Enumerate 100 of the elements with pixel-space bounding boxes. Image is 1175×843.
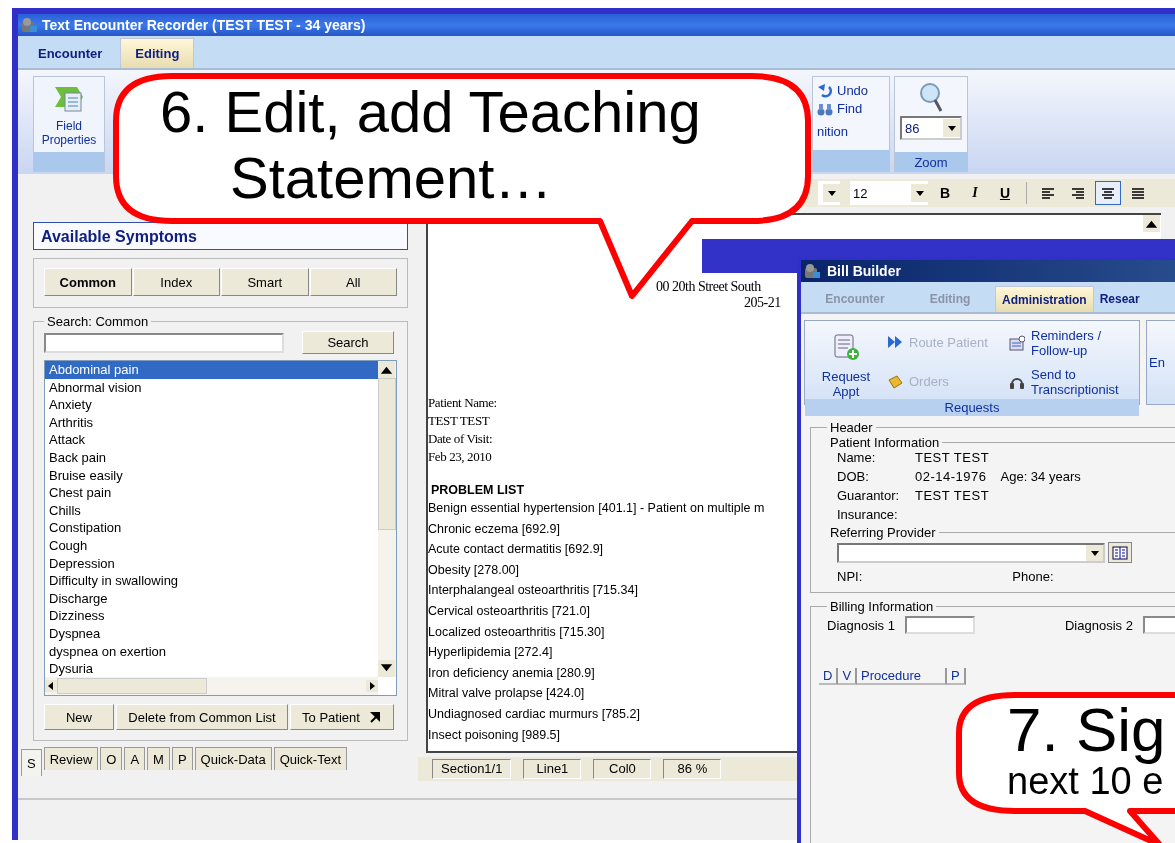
list-item[interactable]: Bruise easily [45,466,378,485]
list-item[interactable]: Chills [45,501,378,520]
problem-entry: Undiagnosed cardiac murmurs [785.2] [428,706,640,723]
column-header[interactable]: D [819,668,839,685]
list-item[interactable]: Dysuria [45,660,378,678]
field-label: NPI: [837,569,863,584]
search-field[interactable] [44,332,284,353]
scrollbar-thumb[interactable] [57,678,207,694]
calendar-clock-icon [1009,334,1025,351]
filter-button[interactable]: Index [132,268,220,296]
ribbon-button[interactable]: En [1147,355,1165,370]
list-item[interactable]: Anxiety [45,396,378,414]
list-item[interactable]: Chest pain [45,484,378,502]
address-text: 205-21 [744,295,781,311]
callout-text: Statement… [230,145,553,211]
list-item[interactable]: Abnormal vision [45,378,378,397]
undo-icon [817,83,833,98]
ribbon-tab[interactable]: Encounter [24,38,117,68]
column-header[interactable]: V [838,668,858,685]
diagnosis-field[interactable] [904,616,975,634]
vertical-scrollbar[interactable] [378,361,396,677]
callout-text: 6. Edit, add Teaching [160,79,701,145]
list-item[interactable]: Cough [45,536,378,555]
request-action-button[interactable]: Reminders / Follow-up [1009,325,1139,360]
list-item[interactable]: Arthritis [45,413,378,432]
vertical-scrollbar[interactable] [1143,215,1161,235]
list-item[interactable]: Dizziness [45,607,378,625]
request-appointment-button[interactable]: Request Appt [805,321,887,399]
section-tab[interactable]: M [147,747,170,770]
scrollbar-thumb[interactable] [378,378,396,530]
provider-dropdown[interactable] [837,542,1105,563]
problem-entry: Localized osteoarthritis [715.30] [428,624,605,641]
list-action-button[interactable]: To Patient [290,704,394,730]
field-label: Diagnosis 2 [1064,617,1133,633]
underline-button[interactable]: U [992,181,1018,205]
filter-button[interactable]: All [309,268,397,296]
scroll-up-icon [378,361,395,378]
list-action-button[interactable]: New [44,704,114,730]
problem-entry: Iron deficiency anemia [280.9] [428,665,595,682]
problem-entry: Obesity [278.00] [428,562,520,579]
scroll-right-icon [366,680,378,692]
problem-entry: Insect poisoning [989.5] [428,727,561,744]
list-item[interactable]: dyspnea on exertion [45,642,378,661]
horizontal-scrollbar[interactable] [45,677,378,695]
list-item[interactable]: Back pain [45,448,378,467]
field-properties-button[interactable]: Field Properties [34,77,104,153]
ribbon-tab[interactable]: Resear [1093,286,1146,312]
lookup-button[interactable] [1108,542,1132,563]
window-title: Bill Builder [827,262,901,280]
align-right-icon [1070,185,1086,201]
section-tab[interactable]: P [171,747,193,770]
font-size-dropdown[interactable]: 12 [850,181,928,205]
align-center-button[interactable] [1095,181,1121,205]
find-button[interactable]: Find [817,101,889,116]
field-value: Feb 23, 2010 [428,449,492,466]
field-label: Diagnosis 1 [827,617,895,633]
filter-button[interactable]: Smart [221,268,309,296]
section-tab[interactable]: Quick-Text [273,747,348,770]
ribbon-tab[interactable]: Editing [120,38,195,68]
field-label: Guarantor: [837,488,901,504]
section-tab[interactable]: O [100,747,123,770]
app-icon [21,17,38,33]
column-header[interactable]: P [947,668,966,685]
justify-icon [1130,185,1146,201]
list-item[interactable]: Abdominal pain [45,361,378,379]
group-label: Requests [805,399,1139,416]
package-icon [887,373,903,390]
field-value: 02-14-1976 [915,469,987,484]
document-add-icon [832,333,860,361]
list-item[interactable]: Constipation [45,519,378,537]
status-field: 86 % [663,759,722,779]
group-label: Search: Common [46,314,150,329]
font-dropdown[interactable] [818,181,840,205]
window-title: Text Encounter Recorder (TEST TEST - 34 years) [42,17,366,33]
filter-button[interactable]: Common [44,268,132,296]
bold-button[interactable]: B [932,181,958,205]
list-item[interactable]: Depression [45,554,378,573]
problem-entry: Chronic eczema [692.9] [428,521,560,538]
address-text: 00 20th Street South [656,279,761,295]
problem-entry: Benign essential hypertension [401.1] - Patient on multiple m [428,501,765,517]
section-tab[interactable]: S [21,749,42,776]
list-item[interactable]: Attack [45,431,378,449]
request-action-button[interactable]: Send to Transcriptionist [1009,364,1139,399]
zoom-dropdown[interactable]: 86 [900,116,962,140]
list-item[interactable]: Dyspnea [45,624,378,643]
list-item[interactable]: Discharge [45,589,378,608]
section-tab[interactable]: Quick-Data [194,747,272,770]
list-action-button[interactable]: Delete from Common List [116,704,288,730]
search-button[interactable]: Search [302,331,394,354]
binoculars-icon [817,101,833,116]
column-header[interactable]: Procedure [857,668,948,685]
list-item[interactable]: Difficulty in swallowing [45,572,378,590]
scroll-up-icon [1143,215,1160,232]
field-label: Date of Visit: [428,431,493,448]
italic-button[interactable]: I [962,181,988,205]
section-tab[interactable]: Review [43,747,99,770]
ribbon-tab[interactable]: Administration [995,286,1094,312]
field-label: Insurance: [837,507,899,523]
section-tab[interactable]: A [124,747,146,770]
undo-button[interactable]: Undo [817,83,889,98]
